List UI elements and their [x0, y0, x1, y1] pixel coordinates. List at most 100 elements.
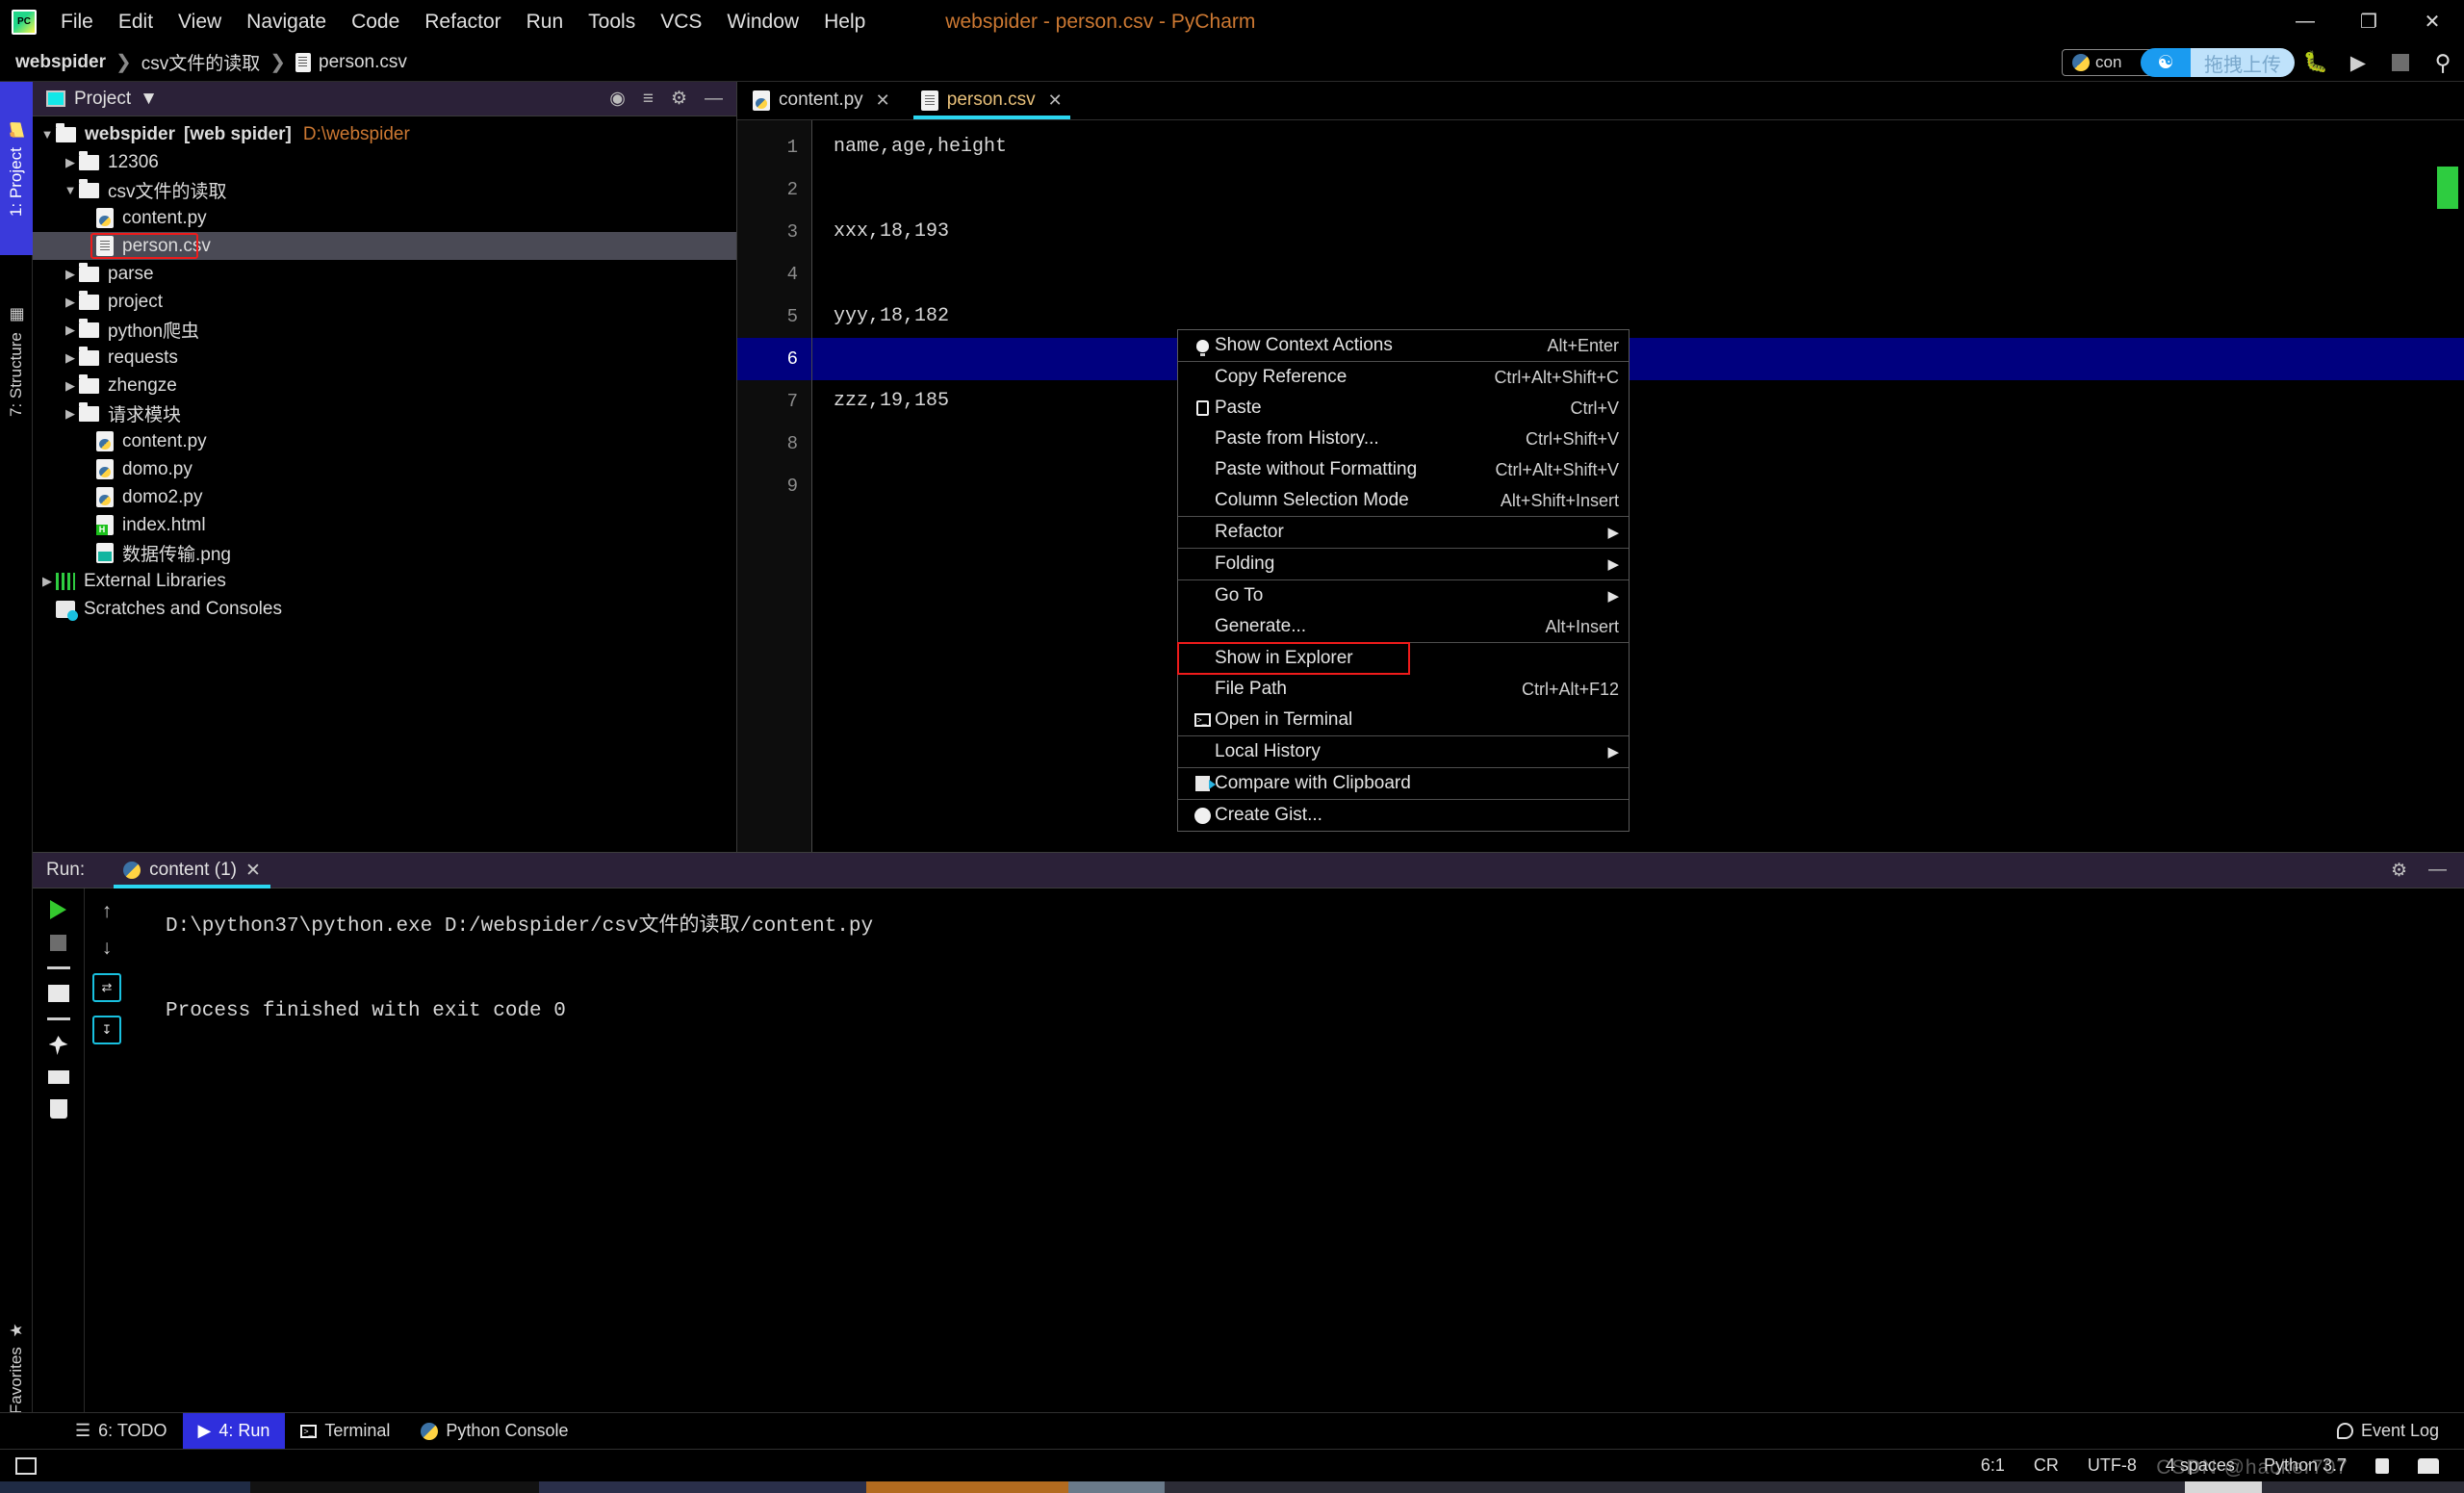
collapse-all-icon[interactable]: ≡ [643, 89, 654, 110]
menu-compare-with-clipboard[interactable]: Compare with Clipboard [1178, 768, 1629, 799]
search-icon[interactable]: ⚲ [2422, 43, 2464, 82]
sidebar-item-project[interactable]: 1: Project 📁 [0, 82, 33, 255]
tree-row-request-module[interactable]: ▶ 请求模块 [33, 399, 736, 427]
python-interpreter[interactable]: Python 3.7 [2264, 1455, 2347, 1476]
twisty-icon[interactable]: ▶ [62, 295, 79, 310]
collapse-target-icon[interactable]: ◉ [609, 88, 626, 110]
stop-icon[interactable] [50, 935, 66, 951]
menu-paste-without-formatting[interactable]: Paste without Formatting Ctrl+Alt+Shift+… [1178, 454, 1629, 485]
lock-icon[interactable] [2375, 1457, 2389, 1474]
menu-item-file[interactable]: File [48, 7, 106, 38]
tree-row-png[interactable]: 数据传输.png [33, 539, 736, 567]
pin-icon[interactable] [48, 1036, 68, 1055]
tree-row-project[interactable]: ▶ project [33, 288, 736, 316]
tab-todo[interactable]: ☰ 6: TODO [60, 1413, 183, 1450]
run-console-output[interactable]: D:\python37\python.exe D:/webspider/csv文… [129, 888, 2464, 1420]
menu-show-in-explorer[interactable]: Show in Explorer [1177, 642, 1410, 675]
menu-item-refactor[interactable]: Refactor [412, 7, 513, 38]
menu-item-code[interactable]: Code [339, 7, 412, 38]
menu-item-navigate[interactable]: Navigate [234, 7, 339, 38]
tree-row-12306[interactable]: ▶ 12306 [33, 148, 736, 176]
twisty-icon[interactable]: ▼ [62, 183, 79, 197]
stop-icon[interactable] [2379, 43, 2422, 82]
scroll-up-icon[interactable]: ↑ [102, 900, 113, 923]
upload-button[interactable]: ☯ 拖拽上传 [2141, 48, 2295, 77]
twisty-icon[interactable]: ▶ [62, 406, 79, 422]
scroll-down-icon[interactable]: ↓ [102, 937, 113, 960]
menu-column-selection-mode[interactable]: Column Selection Mode Alt+Shift+Insert [1178, 485, 1629, 516]
event-log-button[interactable]: Event Log [2336, 1421, 2439, 1441]
twisty-icon[interactable]: ▶ [38, 574, 56, 589]
menu-file-path[interactable]: File Path Ctrl+Alt+F12 [1178, 674, 1629, 705]
tree-row-requests[interactable]: ▶ requests [33, 344, 736, 372]
menu-item-vcs[interactable]: VCS [648, 7, 714, 38]
project-panel-title[interactable]: Project ▼ [46, 89, 158, 110]
chevron-down-icon[interactable]: ▼ [140, 89, 158, 110]
tree-row-python-spider[interactable]: ▶ python爬虫 [33, 316, 736, 344]
breadcrumb-project[interactable]: webspider [15, 52, 106, 73]
tree-row-parse[interactable]: ▶ parse [33, 260, 736, 288]
menu-item-run[interactable]: Run [514, 7, 577, 38]
tab-run[interactable]: ▶ 4: Run [182, 1412, 286, 1450]
menu-refactor[interactable]: Refactor ▶ [1178, 517, 1629, 548]
line-separator[interactable]: CR [2034, 1455, 2059, 1476]
layout-icon[interactable] [47, 985, 69, 1002]
menu-open-in-terminal[interactable]: >_ Open in Terminal [1178, 705, 1629, 735]
coverage-run-icon[interactable]: ▶ [2337, 43, 2379, 82]
settings-gear-icon[interactable]: ⚙ [671, 88, 687, 110]
file-encoding[interactable]: UTF-8 [2088, 1455, 2137, 1476]
tree-row-external-libraries[interactable]: ▶ External Libraries [33, 567, 736, 595]
minimize-button[interactable]: — [2273, 0, 2337, 43]
twisty-icon[interactable]: ▶ [62, 267, 79, 282]
menu-item-tools[interactable]: Tools [576, 7, 648, 38]
inspection-status-indicator[interactable] [2437, 167, 2458, 209]
menu-show-context-actions[interactable]: Show Context Actions Alt+Enter [1178, 330, 1629, 361]
run-tab-content[interactable]: content (1) ✕ [114, 852, 270, 888]
tree-row-zhengze[interactable]: ▶ zhengze [33, 372, 736, 399]
menu-go-to[interactable]: Go To ▶ [1178, 580, 1629, 611]
tree-row-webspider[interactable]: ▼ webspider [web spider] D:\webspider [33, 120, 736, 148]
close-icon[interactable]: ✕ [876, 90, 890, 111]
menu-folding[interactable]: Folding ▶ [1178, 549, 1629, 579]
caret-position[interactable]: 6:1 [1981, 1455, 2005, 1476]
twisty-icon[interactable]: ▶ [62, 155, 79, 170]
menu-paste[interactable]: Paste Ctrl+V [1178, 393, 1629, 424]
tab-content-py[interactable]: content.py ✕ [737, 81, 906, 119]
show-tool-windows-icon[interactable] [15, 1456, 37, 1475]
scroll-to-end-icon[interactable]: ↧ [92, 1016, 121, 1044]
menu-copy-reference[interactable]: Copy Reference Ctrl+Alt+Shift+C [1178, 362, 1629, 393]
tab-terminal[interactable]: >_ Terminal [285, 1413, 405, 1450]
rerun-play-icon[interactable] [50, 900, 66, 919]
indent-setting[interactable]: 4 spaces [2166, 1455, 2235, 1476]
close-icon[interactable]: ✕ [245, 860, 261, 882]
debug-bug-icon[interactable]: 🐛 [2295, 43, 2337, 82]
tree-row-csv-folder[interactable]: ▼ csv文件的读取 [33, 176, 736, 204]
menu-item-help[interactable]: Help [811, 7, 878, 38]
settings-gear-icon[interactable]: ⚙ [2391, 860, 2407, 882]
menu-create-gist[interactable]: Create Gist... [1178, 800, 1629, 831]
tree-row-domo2-py[interactable]: domo2.py [33, 483, 736, 511]
menu-item-window[interactable]: Window [714, 7, 811, 38]
tree-row-content-py[interactable]: content.py [33, 204, 736, 232]
menu-paste-from-history[interactable]: Paste from History... Ctrl+Shift+V [1178, 424, 1629, 454]
trash-icon[interactable] [49, 1099, 67, 1119]
close-button[interactable]: ✕ [2400, 0, 2464, 43]
hide-panel-icon[interactable]: — [705, 89, 723, 110]
twisty-icon[interactable]: ▶ [62, 322, 79, 338]
print-icon[interactable] [47, 1070, 69, 1084]
breadcrumb-folder[interactable]: csv文件的读取 [141, 49, 261, 75]
soft-wrap-icon[interactable]: ⇄ [92, 973, 121, 1002]
menu-item-edit[interactable]: Edit [106, 7, 166, 38]
twisty-icon[interactable]: ▶ [62, 350, 79, 366]
menu-local-history[interactable]: Local History ▶ [1178, 736, 1629, 767]
tree-row-domo-py[interactable]: domo.py [33, 455, 736, 483]
maximize-button[interactable]: ❐ [2337, 0, 2400, 43]
breadcrumb-file[interactable]: person.csv [295, 52, 407, 73]
tree-row-scratches[interactable]: Scratches and Consoles [33, 595, 736, 623]
menu-generate[interactable]: Generate... Alt+Insert [1178, 611, 1629, 642]
tree-row-content-py-root[interactable]: content.py [33, 427, 736, 455]
tab-python-console[interactable]: Python Console [405, 1413, 583, 1450]
sidebar-item-structure[interactable]: 7: Structure ▦ [0, 265, 33, 457]
hat-icon[interactable] [2418, 1457, 2439, 1474]
tree-row-person-csv[interactable]: person.csv [33, 232, 736, 260]
